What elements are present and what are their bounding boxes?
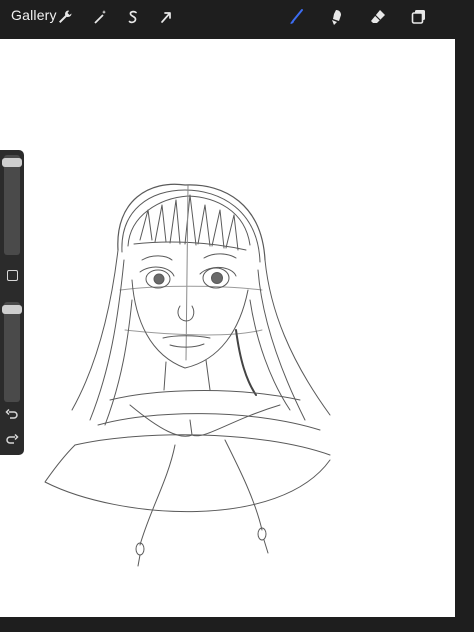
brush-size-thumb[interactable] — [2, 157, 22, 167]
redo-icon[interactable] — [5, 433, 19, 452]
gallery-button[interactable]: Gallery — [11, 7, 57, 23]
modify-square-icon[interactable] — [7, 270, 18, 281]
eraser-icon[interactable] — [365, 4, 391, 30]
top-toolbar: Gallery — [0, 0, 474, 34]
drawing-canvas[interactable] — [0, 39, 455, 617]
undo-icon[interactable] — [5, 408, 19, 427]
actions-wrench-icon[interactable] — [52, 4, 78, 30]
transform-arrow-icon[interactable] — [153, 4, 179, 30]
left-sidebar — [0, 150, 24, 455]
bottom-strip — [0, 617, 474, 632]
brush-size-slider[interactable] — [2, 155, 22, 255]
adjustments-wand-icon[interactable] — [87, 4, 113, 30]
layers-icon[interactable] — [406, 4, 432, 30]
brush-icon[interactable] — [284, 4, 310, 30]
smudge-icon[interactable] — [325, 4, 351, 30]
pencil-sketch — [44, 183, 331, 567]
opacity-thumb[interactable] — [2, 304, 22, 314]
selection-s-icon[interactable] — [120, 4, 146, 30]
opacity-slider[interactable] — [2, 302, 22, 402]
